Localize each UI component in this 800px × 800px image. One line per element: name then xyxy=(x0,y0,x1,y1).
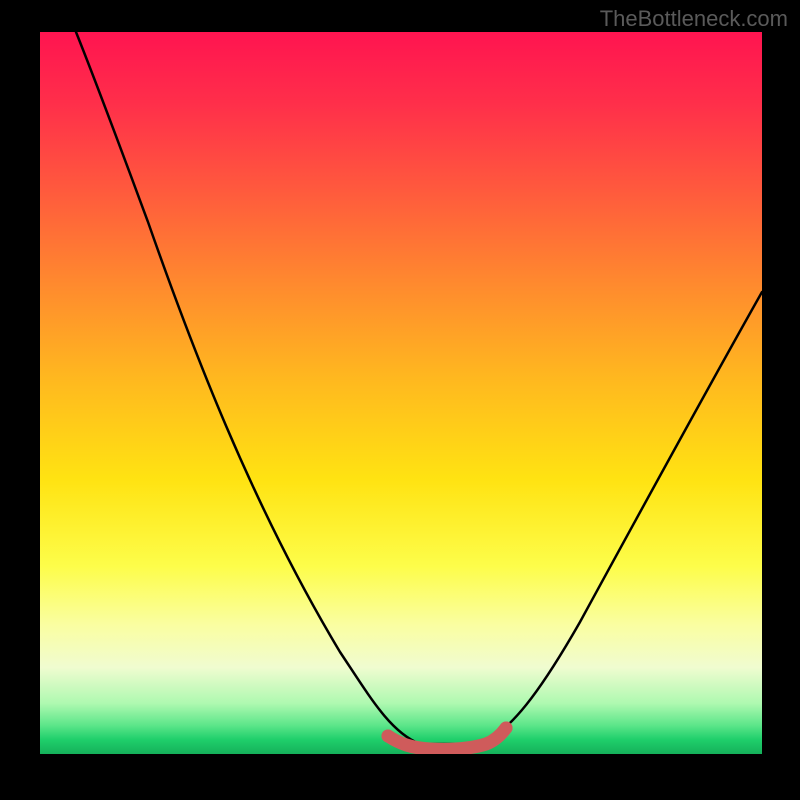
chart-frame: TheBottleneck.com xyxy=(0,0,800,800)
bottleneck-curve xyxy=(76,32,762,744)
highlight-endpoint-left xyxy=(382,730,395,743)
plot-area xyxy=(40,32,762,754)
curve-layer xyxy=(40,32,762,754)
watermark-text: TheBottleneck.com xyxy=(600,6,788,32)
highlight-endpoint-right xyxy=(500,722,513,735)
highlight-band xyxy=(388,728,506,749)
